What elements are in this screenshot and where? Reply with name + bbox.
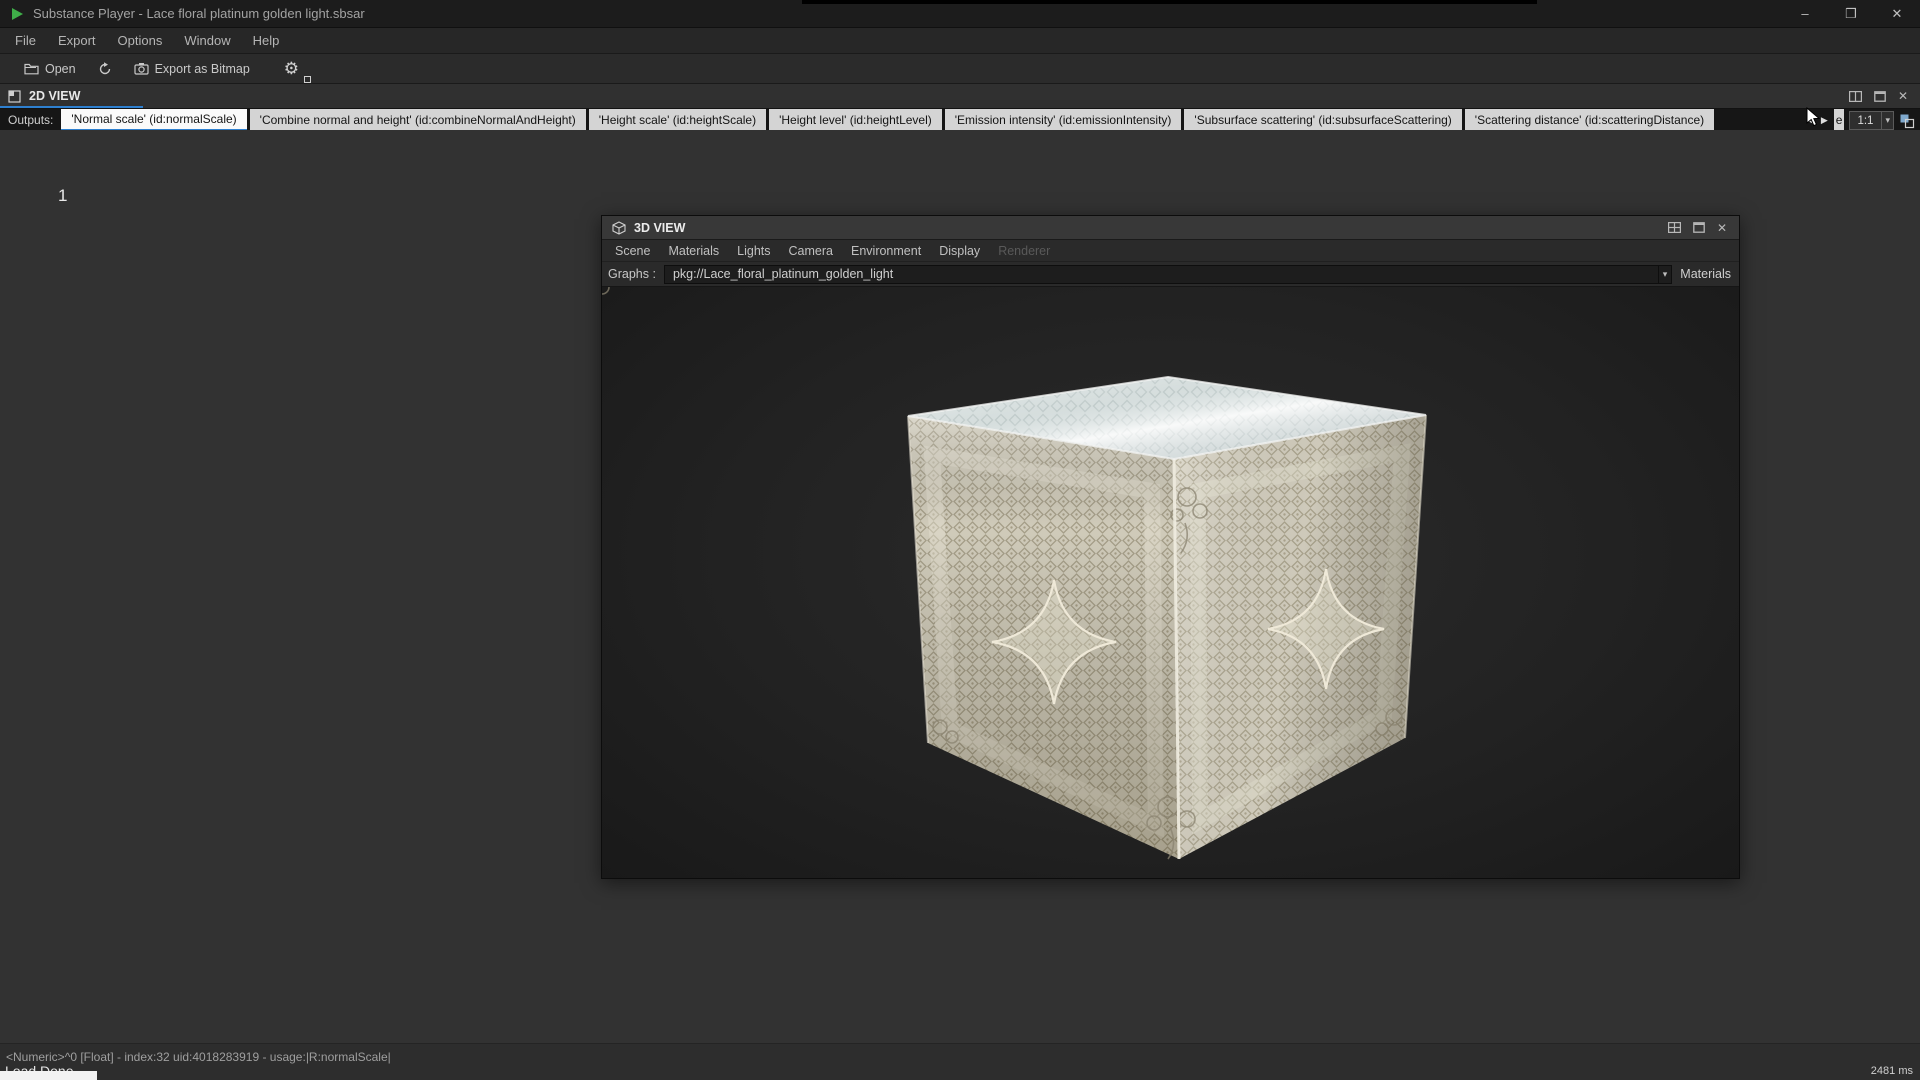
view3d-panel-title: 3D VIEW [634, 220, 686, 235]
menu3d-environment[interactable]: Environment [842, 240, 930, 262]
graph-select[interactable]: pkg://Lace_floral_platinum_golden_light … [663, 264, 1673, 284]
title-bar: Substance Player - Lace floral platinum … [0, 0, 1920, 28]
view3d-panel: 3D VIEW ✕ Scene Materials Lights Camera … [601, 215, 1740, 879]
menu-file[interactable]: File [4, 28, 47, 54]
gear-icon: ⚙ [283, 59, 300, 78]
refresh-button[interactable] [90, 57, 120, 81]
close-button[interactable]: ✕ [1874, 0, 1920, 27]
toolbar: Open Export as Bitmap ⚙ [0, 54, 1920, 84]
split-view-icon[interactable] [1848, 90, 1862, 102]
view2d-canvas[interactable]: 1 3D VIEW ✕ Scene Materials Lights Camer… [0, 130, 1920, 1043]
camera-icon [133, 63, 149, 75]
view2d-active-underline [0, 106, 143, 108]
output-tab-combine-normal-height[interactable]: 'Combine normal and height' (id:combineN… [249, 109, 586, 132]
view2d-header-buttons: ✕ [1848, 90, 1920, 102]
cube-icon [612, 220, 626, 235]
export-as-bitmap-label: Export as Bitmap [154, 61, 250, 76]
status-info-text: <Numeric>^0 [Float] - index:32 uid:40182… [6, 1050, 391, 1064]
view3d-viewport[interactable] [602, 287, 1739, 878]
window-controls: – ❒ ✕ [1782, 0, 1920, 27]
rendered-cube [602, 287, 1427, 860]
zoom-level-value: 1:1 [1857, 114, 1874, 127]
menu-options[interactable]: Options [107, 28, 174, 54]
output-tab-height-level[interactable]: 'Height level' (id:heightLevel) [769, 109, 942, 132]
outputs-label: Outputs: [8, 113, 54, 127]
outputs-tab-bar: Outputs: 'Normal scale' (id:normalScale)… [0, 109, 1920, 132]
output-tab-subsurface-scattering[interactable]: 'Subsurface scattering' (id:subsurfaceSc… [1184, 109, 1462, 132]
export-as-bitmap-button[interactable]: Export as Bitmap [126, 57, 258, 81]
progress-bar [0, 1071, 97, 1080]
top-strip [802, 0, 1537, 4]
menu3d-materials[interactable]: Materials [659, 240, 728, 262]
open-button-label: Open [45, 61, 76, 76]
chevron-down-icon: ▾ [1881, 112, 1893, 129]
menu3d-display[interactable]: Display [930, 240, 989, 262]
view3d-menu-bar: Scene Materials Lights Camera Environmen… [602, 240, 1739, 262]
maximize-button[interactable]: ❒ [1828, 0, 1874, 27]
maximize-panel-icon[interactable] [1693, 222, 1705, 233]
menu-bar: File Export Options Window Help [0, 28, 1920, 54]
close-panel-icon[interactable]: ✕ [1717, 222, 1727, 234]
window-title: Substance Player - Lace floral platinum … [33, 6, 365, 21]
outputs-tabs: 'Normal scale' (id:normalScale) 'Combine… [61, 109, 1803, 132]
layout-grid-icon[interactable] [1667, 222, 1681, 233]
zoom-level-select[interactable]: 1:1 ▾ [1849, 111, 1894, 130]
view3d-panel-header[interactable]: 3D VIEW ✕ [602, 216, 1739, 240]
folder-open-icon [24, 63, 39, 75]
mouse-cursor [1806, 107, 1821, 127]
close-panel-icon[interactable]: ✕ [1898, 90, 1908, 102]
gear-badge-icon [304, 75, 312, 83]
graphs-label: Graphs : [608, 267, 656, 281]
substance-player-logo-icon [12, 7, 23, 20]
output-tab-normal-scale[interactable]: 'Normal scale' (id:normalScale) [61, 109, 247, 132]
menu-window[interactable]: Window [173, 28, 241, 54]
output-tab-clipped[interactable]: e [1833, 109, 1845, 132]
view2d-panel-header: 2D VIEW ✕ [0, 84, 1920, 109]
view2d-panel-title: 2D VIEW [29, 89, 81, 103]
minimize-button[interactable]: – [1782, 0, 1828, 27]
graphs-row: Graphs : pkg://Lace_floral_platinum_gold… [602, 262, 1739, 287]
chevron-down-icon: ▾ [1657, 265, 1672, 283]
background-pattern-icon[interactable] [1899, 113, 1915, 129]
open-button[interactable]: Open [16, 57, 84, 81]
render-time: 2481 ms [1870, 1065, 1913, 1077]
canvas-float-value: 1 [58, 186, 68, 205]
output-tab-emission-intensity[interactable]: 'Emission intensity' (id:emissionIntensi… [944, 109, 1182, 132]
menu3d-lights[interactable]: Lights [728, 240, 779, 262]
refresh-icon [99, 61, 110, 74]
output-tab-height-scale[interactable]: 'Height scale' (id:heightScale) [588, 109, 767, 132]
maximize-panel-icon[interactable] [1874, 90, 1886, 102]
materials-label: Materials [1680, 267, 1731, 281]
output-tab-scattering-distance[interactable]: 'Scattering distance' (id:scatteringDist… [1464, 109, 1715, 132]
menu-help[interactable]: Help [242, 28, 291, 54]
view2d-panel-icon [8, 89, 21, 103]
graph-select-value: pkg://Lace_floral_platinum_golden_light [672, 267, 894, 281]
menu3d-scene[interactable]: Scene [606, 240, 659, 262]
settings-button[interactable]: ⚙ [276, 57, 312, 83]
view3d-header-buttons: ✕ [1667, 222, 1739, 234]
status-bar: <Numeric>^0 [Float] - index:32 uid:40182… [0, 1043, 1920, 1080]
menu3d-camera[interactable]: Camera [780, 240, 842, 262]
menu3d-renderer: Renderer [998, 243, 1051, 258]
menu-export[interactable]: Export [47, 28, 107, 54]
